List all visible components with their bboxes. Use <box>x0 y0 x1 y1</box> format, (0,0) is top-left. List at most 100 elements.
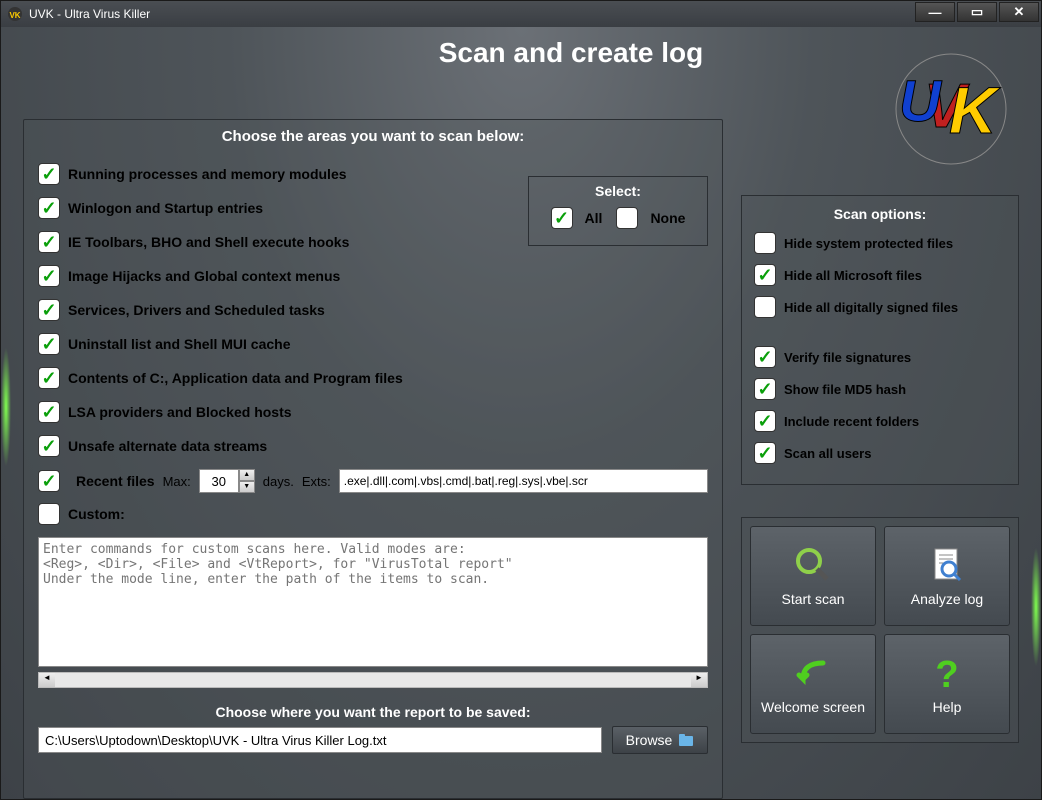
decor-glow <box>1 347 11 467</box>
exts-label: Exts: <box>302 474 331 489</box>
scan-option-checkbox[interactable] <box>754 296 776 318</box>
scan-option-checkbox[interactable] <box>754 264 776 286</box>
maximize-button[interactable]: ▭ <box>957 2 997 22</box>
svg-text:U: U <box>899 69 943 134</box>
scan-option-row: Show file MD5 hash <box>754 378 1006 400</box>
scan-area-checkbox[interactable] <box>38 265 60 287</box>
days-label: days. <box>263 474 294 489</box>
scan-area-row: Contents of C:, Application data and Pro… <box>38 367 708 389</box>
welcome-screen-button[interactable]: Welcome screen <box>750 634 876 734</box>
scan-option-label: Show file MD5 hash <box>784 382 906 397</box>
scan-area-label: Winlogon and Startup entries <box>68 200 263 216</box>
spinner-down[interactable]: ▼ <box>239 481 255 493</box>
max-days-input[interactable] <box>199 469 239 493</box>
scan-option-label: Hide all digitally signed files <box>784 300 958 315</box>
report-label: Choose where you want the report to be s… <box>38 704 708 720</box>
custom-label: Custom: <box>68 506 125 522</box>
scan-area-checkbox[interactable] <box>38 163 60 185</box>
scan-option-checkbox[interactable] <box>754 410 776 432</box>
scan-option-label: Scan all users <box>784 446 871 461</box>
scan-area-checkbox[interactable] <box>38 231 60 253</box>
scan-option-label: Hide all Microsoft files <box>784 268 922 283</box>
scan-area-label: Running processes and memory modules <box>68 166 347 182</box>
textarea-scrollbar[interactable]: ◄► <box>38 672 708 688</box>
help-button[interactable]: ? Help <box>884 634 1010 734</box>
svg-text:VK: VK <box>9 11 20 20</box>
action-buttons: Start scan Analyze log Welcome screen ? … <box>741 517 1019 743</box>
scan-area-checkbox[interactable] <box>38 435 60 457</box>
scan-areas-panel: Choose the areas you want to scan below:… <box>23 119 723 799</box>
scan-area-checkbox[interactable] <box>38 299 60 321</box>
scan-option-checkbox[interactable] <box>754 346 776 368</box>
scan-area-row: Services, Drivers and Scheduled tasks <box>38 299 708 321</box>
spinner-up[interactable]: ▲ <box>239 469 255 481</box>
max-days-spinner[interactable]: ▲▼ <box>199 469 255 493</box>
custom-checkbox[interactable] <box>38 503 60 525</box>
app-window: VK UVK - Ultra Virus Killer — ▭ ✕ Scan a… <box>0 0 1042 800</box>
scan-area-label: Unsafe alternate data streams <box>68 438 267 454</box>
window-title: UVK - Ultra Virus Killer <box>29 7 150 21</box>
recent-files-row: Recent files Max: ▲▼ days. Exts: <box>38 469 708 493</box>
scan-option-row: Hide system protected files <box>754 232 1006 254</box>
custom-commands-textarea[interactable] <box>38 537 708 667</box>
uvk-logo: V U K <box>891 49 1011 169</box>
scan-area-checkbox[interactable] <box>38 367 60 389</box>
select-all-checkbox[interactable] <box>551 207 573 229</box>
scan-area-label: Uninstall list and Shell MUI cache <box>68 336 291 352</box>
scan-options-title: Scan options: <box>754 206 1006 222</box>
page-title: Scan and create log <box>15 37 1027 69</box>
scan-option-label: Include recent folders <box>784 414 919 429</box>
extensions-input[interactable] <box>339 469 708 493</box>
scan-option-label: Hide system protected files <box>784 236 953 251</box>
titlebar: VK UVK - Ultra Virus Killer — ▭ ✕ <box>1 1 1041 27</box>
document-magnifier-icon <box>927 545 967 585</box>
decor-glow <box>1031 547 1041 667</box>
select-none-checkbox[interactable] <box>616 207 638 229</box>
recent-files-label: Recent files <box>76 473 155 489</box>
scan-area-row: Unsafe alternate data streams <box>38 435 708 457</box>
select-none-label: None <box>650 210 685 226</box>
scan-area-row: Uninstall list and Shell MUI cache <box>38 333 708 355</box>
svg-text:K: K <box>949 73 1001 147</box>
max-label: Max: <box>163 474 191 489</box>
custom-row: Custom: <box>38 503 708 525</box>
scan-option-row: Include recent folders <box>754 410 1006 432</box>
select-all-box: Select: All None <box>528 176 708 246</box>
scan-area-label: LSA providers and Blocked hosts <box>68 404 292 420</box>
scan-area-checkbox[interactable] <box>38 401 60 423</box>
scan-area-row: Image Hijacks and Global context menus <box>38 265 708 287</box>
magnifier-icon <box>793 545 833 585</box>
scan-area-label: Services, Drivers and Scheduled tasks <box>68 302 325 318</box>
svg-text:?: ? <box>935 654 958 693</box>
folder-icon <box>678 732 694 748</box>
scan-area-label: Image Hijacks and Global context menus <box>68 268 340 284</box>
scan-option-row: Hide all digitally signed files <box>754 296 1006 318</box>
scan-option-row: Hide all Microsoft files <box>754 264 1006 286</box>
scan-option-row: Verify file signatures <box>754 346 1006 368</box>
start-scan-button[interactable]: Start scan <box>750 526 876 626</box>
minimize-button[interactable]: — <box>915 2 955 22</box>
content-area: Scan and create log V U K Choose the are… <box>1 27 1041 799</box>
scan-options-panel: Scan options: Hide system protected file… <box>741 195 1019 485</box>
scan-area-label: IE Toolbars, BHO and Shell execute hooks <box>68 234 349 250</box>
scan-option-checkbox[interactable] <box>754 232 776 254</box>
browse-button[interactable]: Browse <box>612 726 708 754</box>
scan-area-checkbox[interactable] <box>38 333 60 355</box>
select-title: Select: <box>529 183 707 199</box>
scan-area-label: Contents of C:, Application data and Pro… <box>68 370 403 386</box>
select-all-label: All <box>585 210 603 226</box>
scan-area-row: LSA providers and Blocked hosts <box>38 401 708 423</box>
report-path-input[interactable] <box>38 727 602 753</box>
recent-files-checkbox[interactable] <box>38 470 60 492</box>
scan-option-checkbox[interactable] <box>754 378 776 400</box>
panel-subtitle: Choose the areas you want to scan below: <box>38 128 708 145</box>
close-button[interactable]: ✕ <box>999 2 1039 22</box>
back-arrow-icon <box>793 653 833 693</box>
scan-option-checkbox[interactable] <box>754 442 776 464</box>
scan-option-row: Scan all users <box>754 442 1006 464</box>
scan-area-checkbox[interactable] <box>38 197 60 219</box>
analyze-log-button[interactable]: Analyze log <box>884 526 1010 626</box>
question-icon: ? <box>927 653 967 693</box>
app-icon: VK <box>7 6 23 22</box>
scan-option-label: Verify file signatures <box>784 350 911 365</box>
